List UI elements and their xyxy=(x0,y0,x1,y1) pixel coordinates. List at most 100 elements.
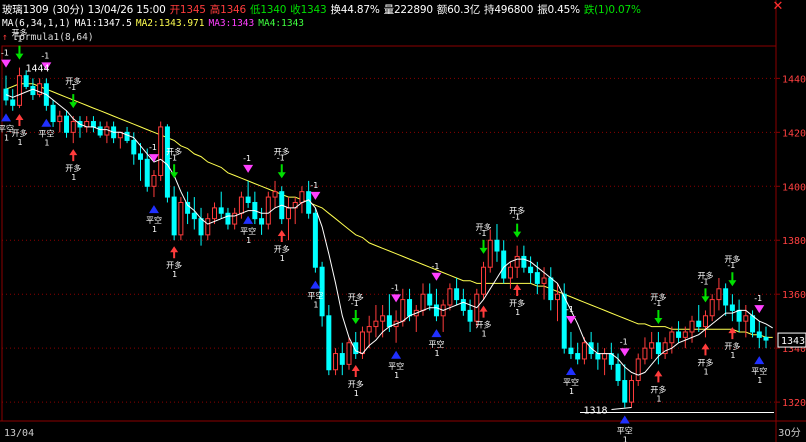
candle-body xyxy=(265,196,271,225)
signal-label: 1 xyxy=(623,436,628,442)
buy-arrow-icon xyxy=(654,309,663,324)
signal-label: 平空 xyxy=(617,426,633,436)
candle-body xyxy=(171,196,177,236)
signal-label: 开多 xyxy=(476,222,492,232)
red-arrow-icon xyxy=(15,114,24,127)
blue-triangle-icon xyxy=(754,356,765,365)
y-tick-label: 1320 xyxy=(782,398,806,409)
signal-label: -1 xyxy=(754,294,762,303)
candle-body xyxy=(285,207,291,220)
high-annotation: 1444 xyxy=(25,64,49,75)
signal-label: 开多 xyxy=(476,320,492,330)
candle-body xyxy=(454,288,460,301)
signal-label: 开多 xyxy=(274,244,290,254)
candle-body xyxy=(615,363,621,382)
signal-label: 平空 xyxy=(388,361,404,371)
candle-body xyxy=(548,277,554,301)
ma-indicator-line: MA(6,34,1,1) MA1:1347.5 MA2:1343.971 MA3:13… xyxy=(2,18,308,30)
candle-body xyxy=(104,126,110,136)
candle-body xyxy=(642,347,648,360)
candle-body xyxy=(723,288,729,306)
close-icon[interactable]: ✕ xyxy=(772,0,784,13)
high-label: 高1346 xyxy=(209,4,247,16)
signal-label: 开多 xyxy=(166,260,182,270)
candle-body xyxy=(400,299,406,322)
signal-label: 开多 xyxy=(65,76,81,86)
signal-label: 开多 xyxy=(274,146,290,156)
blue-triangle-icon xyxy=(243,215,254,224)
signal-label: 开多 xyxy=(724,254,740,264)
signal-label: 1 xyxy=(394,371,399,380)
buy-arrow-icon xyxy=(351,309,360,324)
candle-body xyxy=(23,75,29,87)
sell-arrow-icon xyxy=(565,315,576,324)
red-arrow-icon xyxy=(351,364,360,377)
blue-triangle-icon xyxy=(619,415,630,424)
candle-body xyxy=(743,315,749,322)
candle-body xyxy=(541,277,547,284)
candle-body xyxy=(581,342,587,360)
candle-body xyxy=(669,331,675,344)
signal-label: 开多 xyxy=(509,206,525,216)
amplitude-label: 振0.45% xyxy=(537,4,580,16)
candle-body xyxy=(178,201,184,236)
low-annotation-line xyxy=(611,407,632,411)
signal-label: -1 xyxy=(149,143,157,152)
signal-label: 平空 xyxy=(751,366,767,376)
candle-body xyxy=(158,126,164,176)
candle-body xyxy=(373,320,379,328)
signal-label: -1 xyxy=(431,262,439,271)
candle-body xyxy=(366,326,372,333)
candle-body xyxy=(628,380,634,403)
low-label: 低1340 xyxy=(250,4,287,16)
signal-label: 1 xyxy=(172,270,177,279)
candle-body xyxy=(238,196,244,214)
candle-body xyxy=(359,331,365,355)
candle-body xyxy=(124,131,130,141)
formula-line: ↑ Formula1(8,64) xyxy=(2,32,94,44)
candle-body xyxy=(326,315,332,371)
candle-body xyxy=(346,342,352,365)
y-tick-label: 1420 xyxy=(782,128,806,139)
signal-label: 平空 xyxy=(38,129,54,139)
candlestick-chart: 13/04 30分 -1平空1-1开多开多1-1平空1-1开多开多1-1平空1-1… xyxy=(0,0,806,442)
candle-body xyxy=(602,353,608,360)
candle-body xyxy=(151,174,157,187)
blue-triangle-icon xyxy=(310,280,321,289)
sell-arrow-icon xyxy=(310,191,321,200)
candle-body xyxy=(716,288,722,301)
quote-header: 玻璃1309 (30分) 13/04/26 15:00 开1345 高1346 低1340… xyxy=(2,2,645,16)
signal-label: 开多 xyxy=(650,384,666,394)
candle-body xyxy=(467,309,473,322)
price-tag-label: 1343 xyxy=(781,336,805,347)
arrow-up-icon: ↑ xyxy=(2,32,8,43)
signal-label: 开多 xyxy=(348,379,364,389)
candle-body xyxy=(407,299,413,317)
sell-arrow-icon xyxy=(754,305,765,314)
candle-body xyxy=(299,191,305,203)
candle-body xyxy=(682,331,688,338)
candle-body xyxy=(702,315,708,328)
signal-label: -1 xyxy=(310,181,318,190)
candle-body xyxy=(420,293,426,311)
blue-triangle-icon xyxy=(148,205,159,214)
candle-body xyxy=(218,207,224,214)
red-arrow-icon xyxy=(69,149,78,162)
candle-body xyxy=(339,353,345,365)
ma2-value: MA2:1343.971 xyxy=(135,18,205,29)
candle-body xyxy=(90,121,96,128)
blue-triangle-icon xyxy=(391,350,402,359)
chart-grid: 13/04 30分 xyxy=(0,0,806,442)
candle-body xyxy=(736,309,742,322)
candle-body xyxy=(501,250,507,279)
signal-label: -1 xyxy=(566,305,574,314)
ma1-line xyxy=(5,88,773,376)
candle-body xyxy=(232,212,238,225)
candle-body xyxy=(568,347,574,355)
candle-body xyxy=(380,315,386,322)
signal-label: 1 xyxy=(44,139,49,148)
candle-body xyxy=(494,239,500,252)
candle-body xyxy=(481,266,487,295)
red-arrow-icon xyxy=(654,370,663,383)
candle-body xyxy=(709,299,715,317)
